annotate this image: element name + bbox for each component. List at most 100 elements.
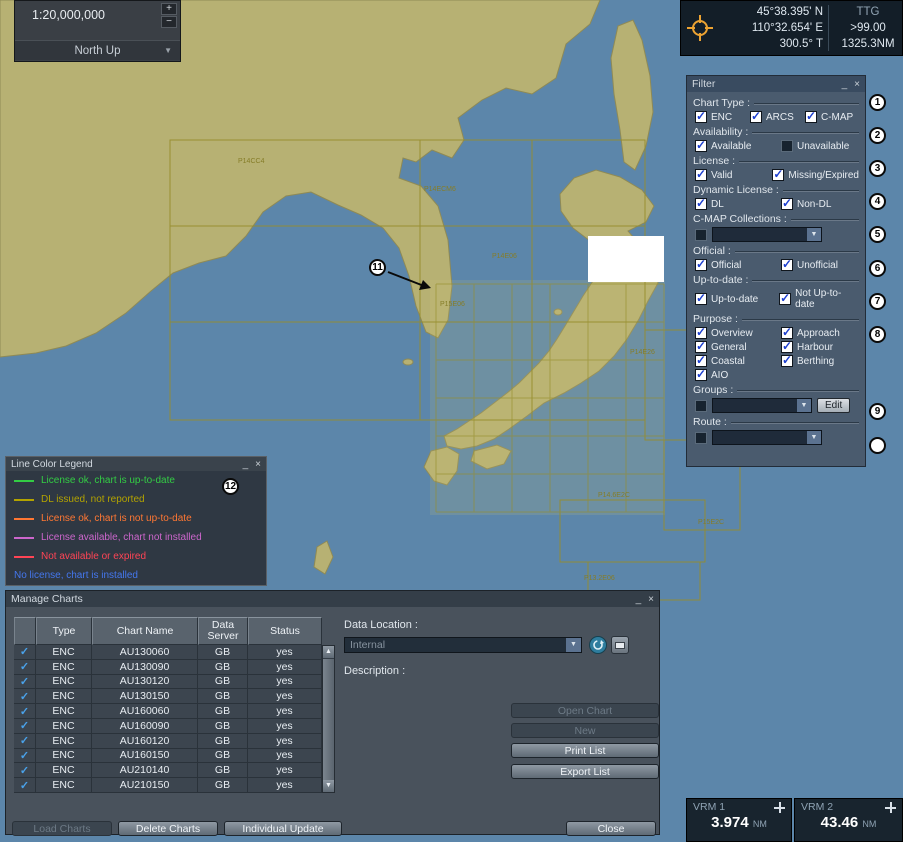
refresh-icon-button[interactable] [589, 636, 607, 654]
print-list-button[interactable]: Print List [511, 743, 659, 758]
option-enc[interactable]: ENC [695, 109, 750, 123]
row-checkbox[interactable] [14, 718, 36, 734]
option-valid[interactable]: Valid [695, 167, 772, 181]
scroll-up-arrow[interactable]: ▲ [323, 646, 334, 658]
not-up-to-date-checkbox[interactable] [779, 291, 792, 305]
manage-minimize-button[interactable]: _ [636, 594, 642, 605]
row-checkbox[interactable] [14, 748, 36, 764]
filter-minimize-button[interactable]: _ [842, 79, 848, 90]
option-up-to-date[interactable]: Up-to-date [695, 288, 779, 310]
open-chart-button[interactable]: Open Chart [511, 703, 659, 718]
official-checkbox[interactable] [695, 257, 707, 271]
legend-titlebar[interactable]: Line Color Legend _ × [6, 457, 266, 471]
printer-icon-button[interactable] [611, 636, 629, 654]
chart-name-column-header[interactable]: Chart Name [92, 617, 198, 645]
load-charts-button[interactable]: Load Charts [12, 821, 112, 836]
up-to-date-checkbox[interactable] [695, 291, 707, 305]
cmap-collection-checkbox[interactable] [695, 228, 707, 241]
manage-close-button[interactable]: × [648, 594, 654, 605]
row-checkbox[interactable] [14, 674, 36, 690]
row-checkbox[interactable] [14, 763, 36, 779]
row-checkbox[interactable] [14, 733, 36, 749]
row-checkbox[interactable] [14, 778, 36, 793]
option-official[interactable]: Official [695, 257, 781, 271]
status-column-header[interactable]: Status [248, 617, 322, 645]
data-server-column-header[interactable]: Data Server [198, 617, 248, 645]
arcs-checkbox[interactable] [750, 109, 762, 123]
orientation-selector[interactable]: North Up ▼ [15, 40, 180, 60]
vrm1-crosshair-icon[interactable] [774, 801, 785, 813]
select-column-header[interactable] [14, 617, 36, 645]
chart-table-row[interactable]: ENC AU160060 GB yes [14, 704, 322, 719]
chart-table-row[interactable]: ENC AU130150 GB yes [14, 689, 322, 705]
scroll-thumb[interactable] [323, 659, 334, 780]
non-dl-checkbox[interactable] [781, 196, 793, 210]
available-checkbox[interactable] [695, 138, 707, 152]
route-checkbox[interactable] [695, 431, 707, 444]
chart-table-row[interactable]: ENC AU130120 GB yes [14, 674, 322, 690]
option-cmap[interactable]: C-MAP [805, 109, 853, 123]
manage-charts-titlebar[interactable]: Manage Charts _ × [6, 591, 659, 607]
coastal-checkbox[interactable] [695, 353, 707, 367]
option-general[interactable]: General [695, 339, 781, 353]
option-not-up-to-date[interactable]: Not Up-to-date [779, 288, 859, 310]
enc-checkbox[interactable] [695, 109, 707, 123]
general-checkbox[interactable] [695, 339, 707, 353]
aio-checkbox[interactable] [695, 367, 707, 381]
route-dropdown[interactable] [712, 430, 822, 445]
chart-table-row[interactable]: ENC AU160150 GB yes [14, 748, 322, 764]
approach-checkbox[interactable] [781, 325, 793, 339]
chart-table-row[interactable]: ENC AU210150 GB yes [14, 778, 322, 793]
option-unofficial[interactable]: Unofficial [781, 257, 838, 271]
new-button[interactable]: New [511, 723, 659, 738]
berthing-checkbox[interactable] [781, 353, 793, 367]
option-missing-expired[interactable]: Missing/Expired [772, 167, 859, 181]
vrm2-crosshair-icon[interactable] [885, 801, 896, 813]
option-coastal[interactable]: Coastal [695, 353, 781, 367]
overview-checkbox[interactable] [695, 325, 707, 339]
option-available[interactable]: Available [695, 138, 781, 152]
dl-checkbox[interactable] [695, 196, 707, 210]
row-checkbox[interactable] [14, 659, 36, 675]
data-location-dropdown[interactable]: Internal [344, 637, 582, 653]
scroll-down-arrow[interactable]: ▼ [323, 780, 334, 792]
chart-table-row[interactable]: ENC AU160090 GB yes [14, 718, 322, 734]
type-column-header[interactable]: Type [36, 617, 92, 645]
unofficial-checkbox[interactable] [781, 257, 793, 271]
zoom-out-button[interactable]: − [161, 15, 177, 28]
option-aio[interactable]: AIO [695, 367, 781, 381]
delete-charts-button[interactable]: Delete Charts [118, 821, 218, 836]
row-checkbox[interactable] [14, 645, 36, 660]
cmap-checkbox[interactable] [805, 109, 817, 123]
filter-close-button[interactable]: × [854, 79, 860, 90]
option-harbour[interactable]: Harbour [781, 339, 833, 353]
groups-dropdown[interactable] [712, 398, 812, 413]
option-non-dl[interactable]: Non-DL [781, 196, 831, 210]
legend-minimize-button[interactable]: _ [243, 459, 249, 470]
chart-table-row[interactable]: ENC AU210140 GB yes [14, 763, 322, 779]
valid-checkbox[interactable] [695, 167, 707, 181]
option-berthing[interactable]: Berthing [781, 353, 834, 367]
chart-table-row[interactable]: ENC AU130090 GB yes [14, 659, 322, 675]
option-arcs[interactable]: ARCS [750, 109, 805, 123]
option-dl[interactable]: DL [695, 196, 781, 210]
row-checkbox[interactable] [14, 704, 36, 719]
missing-expired-checkbox[interactable] [772, 167, 785, 181]
option-unavailable[interactable]: Unavailable [781, 140, 849, 152]
table-scrollbar[interactable]: ▲ ▼ [322, 645, 335, 793]
harbour-checkbox[interactable] [781, 339, 793, 353]
export-list-button[interactable]: Export List [511, 764, 659, 779]
individual-update-button[interactable]: Individual Update [224, 821, 342, 836]
zoom-in-button[interactable]: + [161, 2, 177, 15]
chart-table-row[interactable]: ENC AU160120 GB yes [14, 733, 322, 749]
legend-close-button[interactable]: × [255, 459, 261, 470]
close-button[interactable]: Close [566, 821, 656, 836]
unavailable-checkbox[interactable] [781, 140, 793, 152]
groups-edit-button[interactable]: Edit [817, 398, 851, 413]
row-checkbox[interactable] [14, 689, 36, 705]
option-approach[interactable]: Approach [781, 325, 840, 339]
groups-checkbox[interactable] [695, 399, 707, 412]
chart-table-row[interactable]: ENC AU130060 GB yes [14, 645, 322, 660]
cmap-collection-dropdown[interactable] [712, 227, 822, 242]
filter-titlebar[interactable]: Filter _ × [687, 76, 865, 92]
